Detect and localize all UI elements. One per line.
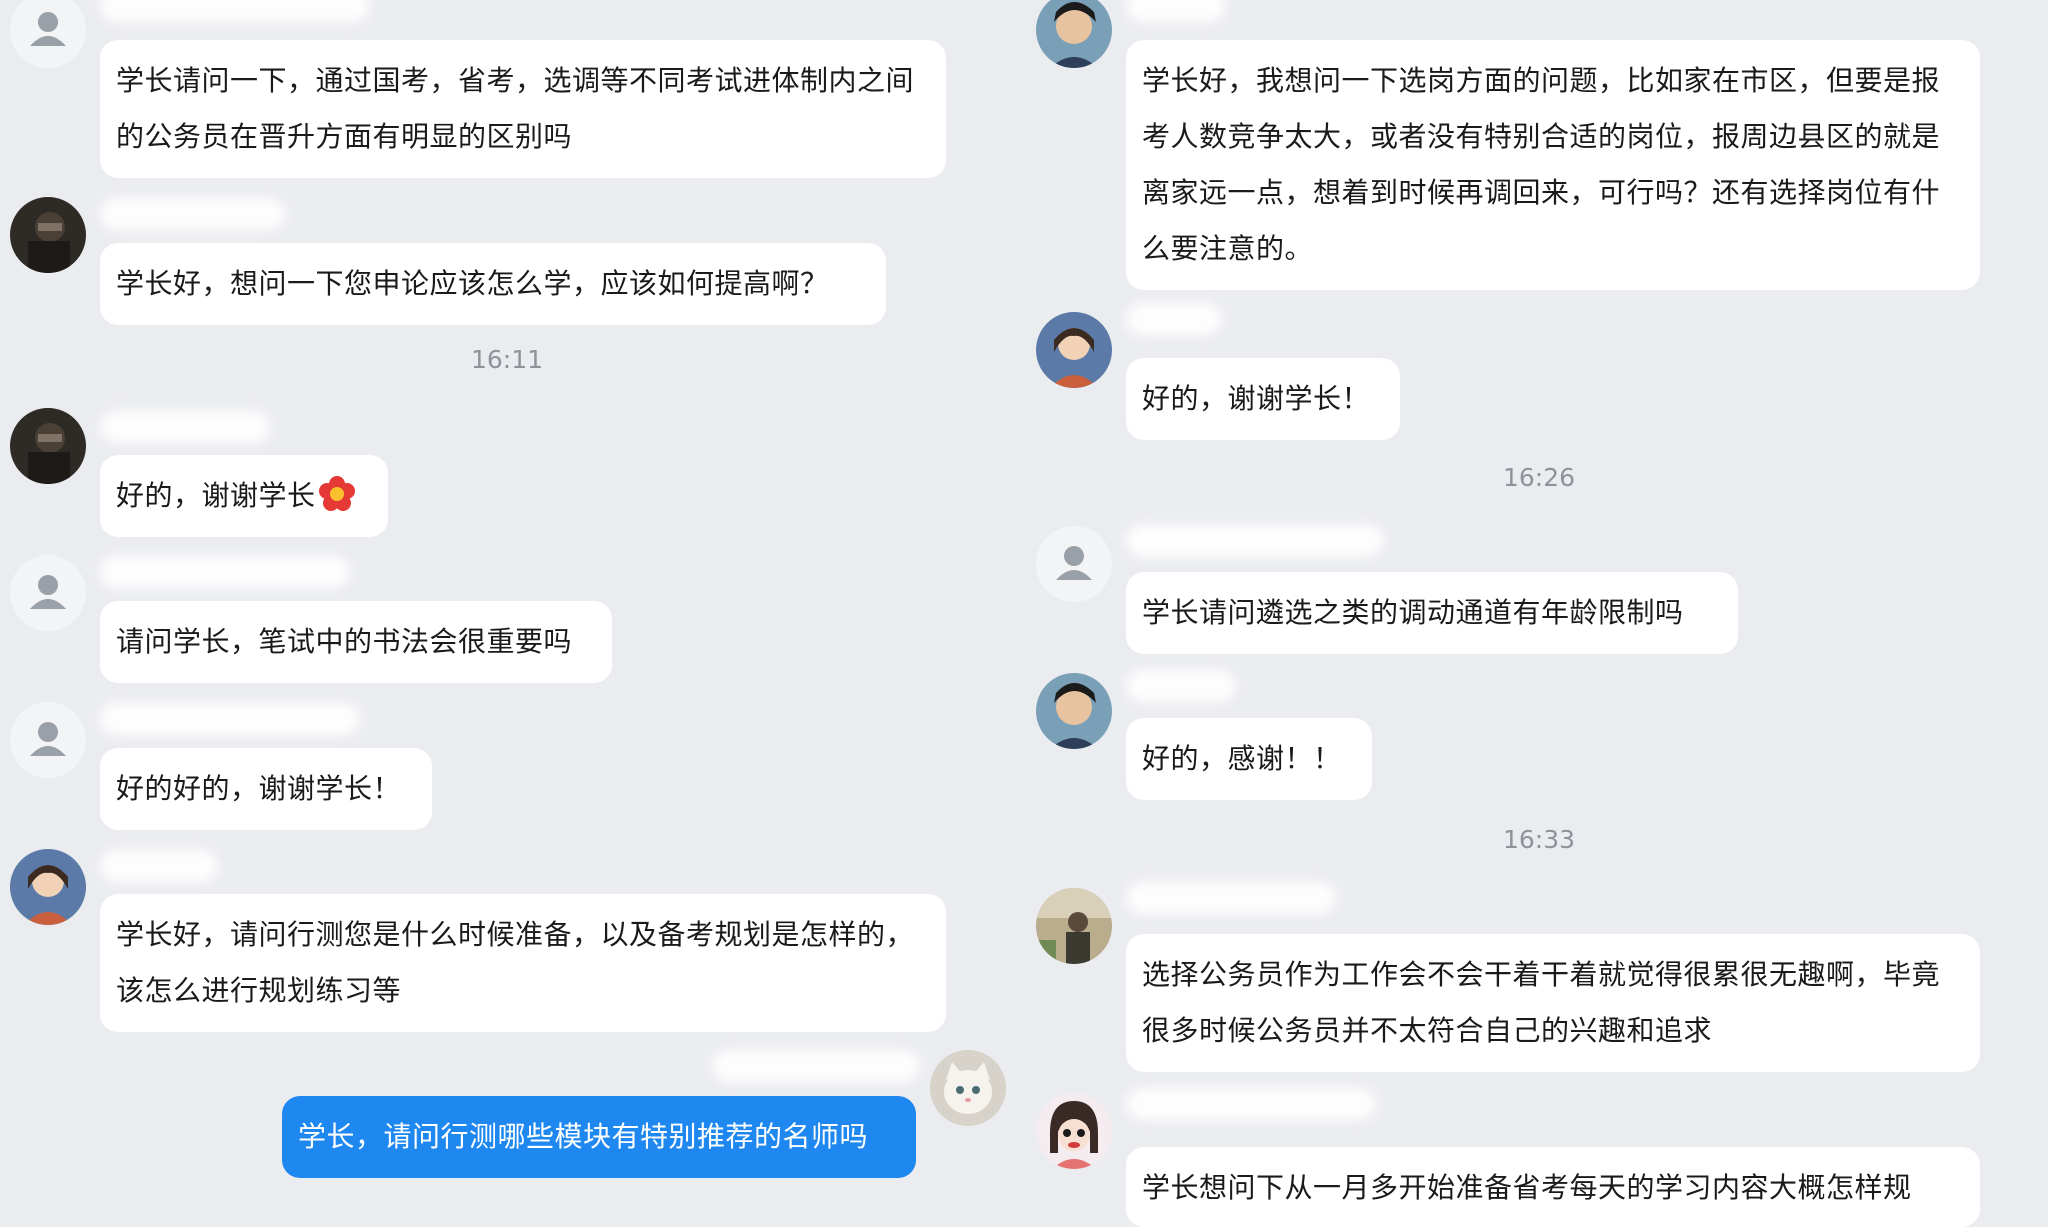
- sender-name: [712, 1050, 920, 1082]
- default-avatar-icon[interactable]: [10, 0, 86, 68]
- message-bubble[interactable]: 学长请问遴选之类的调动通道有年龄限制吗: [1126, 572, 1738, 654]
- anime-avatar[interactable]: [1036, 312, 1112, 388]
- message-bubble[interactable]: 好的，谢谢学长: [100, 455, 388, 537]
- cat-avatar[interactable]: [930, 1050, 1006, 1126]
- anime-avatar[interactable]: [10, 849, 86, 925]
- message-bubble[interactable]: 学长请问一下，通过国考，省考，选调等不同考试进体制内之间的公务员在晋升方面有明显…: [100, 40, 946, 178]
- sender-name: [100, 411, 270, 443]
- message-text: 好的，谢谢学长: [116, 479, 316, 512]
- sender-name: [1126, 525, 1384, 557]
- message-bubble[interactable]: 选择公务员作为工作会不会干着干着就觉得很累很无趣啊，毕竟很多时候公务员并不太符合…: [1126, 934, 1980, 1072]
- message-bubble[interactable]: 学长想问下从一月多开始准备省考每天的学习内容大概怎样规: [1126, 1147, 1980, 1227]
- timestamp: 16:11: [470, 345, 544, 374]
- sender-name: [100, 703, 360, 735]
- chat-column-right: 学长好，我想问一下选岗方面的问题，比如家在市区，但要是报考人数竞争太大，或者没有…: [1024, 0, 2024, 1227]
- photo-avatar-dark[interactable]: [10, 197, 86, 273]
- person-avatar[interactable]: [1036, 0, 1112, 68]
- self-message-bubble[interactable]: 学长，请问行测哪些模块有特别推荐的名师吗: [282, 1096, 916, 1178]
- timestamp: 16:33: [1502, 825, 1576, 854]
- person-avatar[interactable]: [1036, 673, 1112, 749]
- cartoon-girl-avatar[interactable]: [1036, 1093, 1112, 1169]
- default-avatar-icon[interactable]: [10, 555, 86, 631]
- sender-name: [1126, 1088, 1376, 1120]
- sender-name: [1126, 0, 1226, 22]
- message-bubble[interactable]: 学长好，想问一下您申论应该怎么学，应该如何提高啊？: [100, 243, 886, 325]
- sender-name: [100, 556, 350, 588]
- photo-avatar-outdoor[interactable]: [1036, 888, 1112, 964]
- photo-avatar-dark[interactable]: [10, 408, 86, 484]
- message-bubble[interactable]: 好的，感谢！！: [1126, 718, 1372, 800]
- sender-name: [100, 0, 370, 22]
- message-bubble[interactable]: 请问学长，笔试中的书法会很重要吗: [100, 601, 612, 683]
- message-bubble[interactable]: 好的好的，谢谢学长！: [100, 748, 432, 830]
- message-bubble[interactable]: 学长好，请问行测您是什么时候准备，以及备考规划是怎样的，该怎么进行规划练习等: [100, 894, 946, 1032]
- sender-name: [100, 850, 218, 882]
- message-bubble[interactable]: 学长好，我想问一下选岗方面的问题，比如家在市区，但要是报考人数竞争太大，或者没有…: [1126, 40, 1980, 290]
- sender-name: [1126, 670, 1236, 702]
- default-avatar-icon[interactable]: [1036, 526, 1112, 602]
- default-avatar-icon[interactable]: [10, 702, 86, 778]
- message-bubble[interactable]: 好的，谢谢学长！: [1126, 358, 1400, 440]
- red-flower-icon: [318, 476, 355, 511]
- sender-name: [1126, 882, 1336, 914]
- timestamp: 16:26: [1502, 463, 1576, 492]
- chat-column-left: 学长请问一下，通过国考，省考，选调等不同考试进体制内之间的公务员在晋升方面有明显…: [0, 0, 1006, 1191]
- sender-name: [100, 198, 285, 230]
- sender-name: [1126, 303, 1222, 335]
